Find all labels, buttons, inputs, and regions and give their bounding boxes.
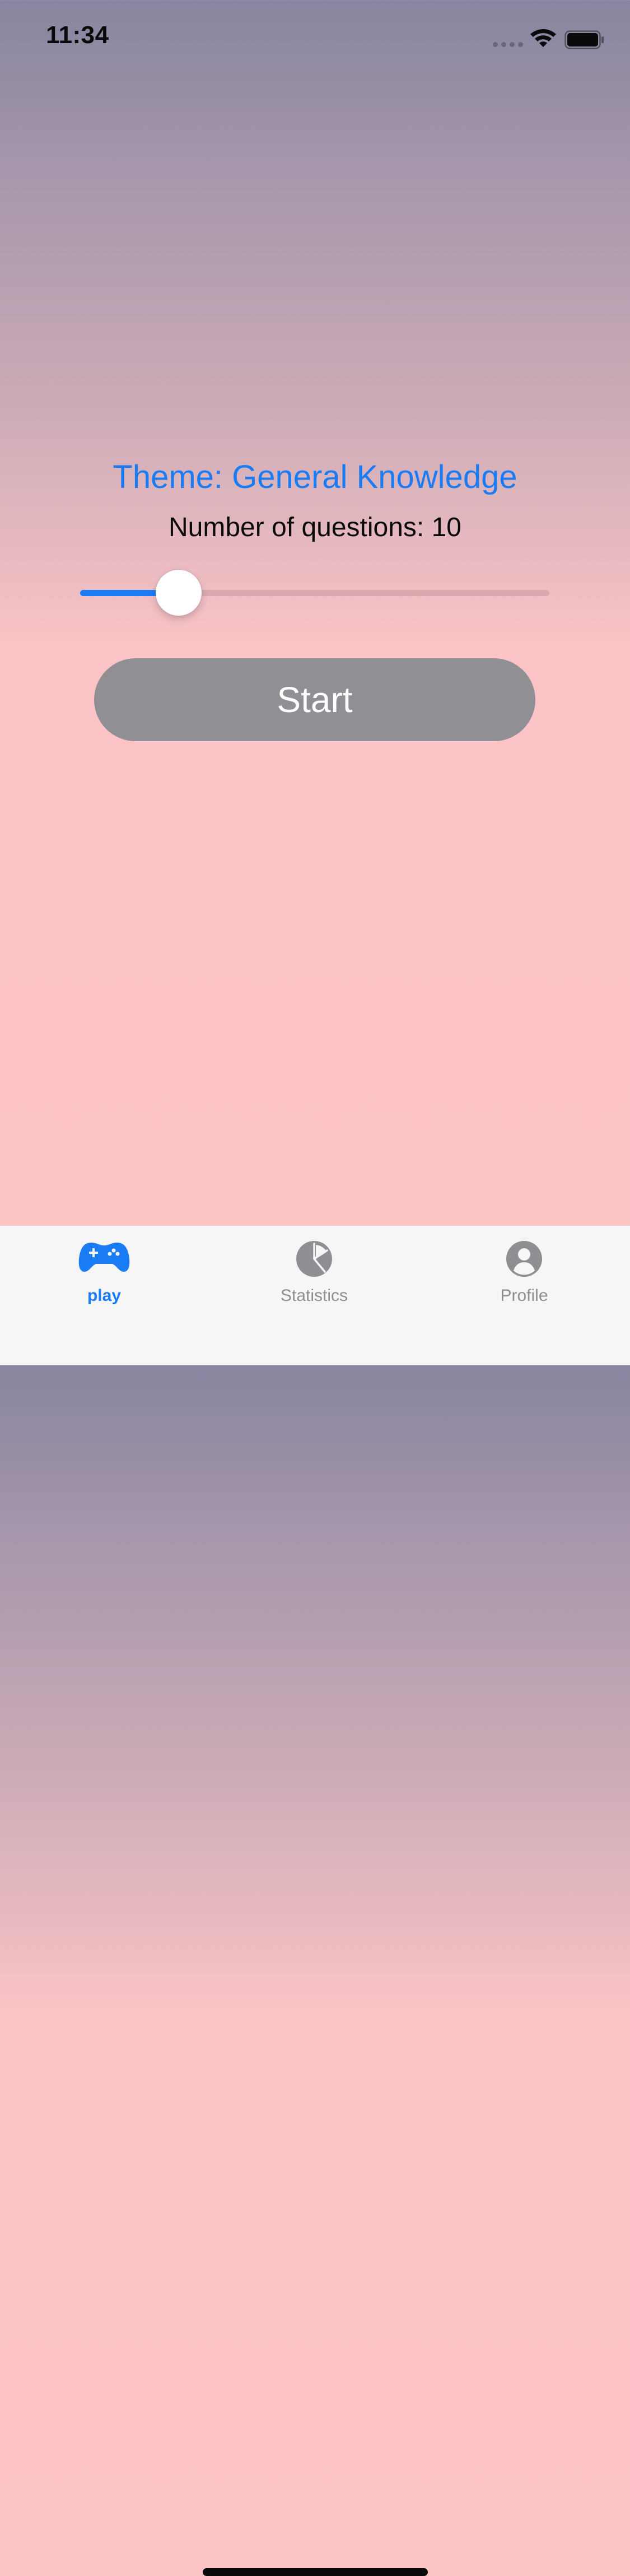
start-button[interactable]: Start bbox=[94, 658, 535, 741]
question-count-label: Number of questions: bbox=[169, 513, 432, 542]
person-circle-icon bbox=[506, 1241, 542, 1277]
chart-pie-icon bbox=[296, 1241, 332, 1277]
tab-play-label: play bbox=[87, 1286, 122, 1305]
question-count-slider[interactable] bbox=[80, 569, 549, 617]
tab-statistics-label: Statistics bbox=[280, 1286, 348, 1305]
question-count-text: Number of questions: 10 bbox=[0, 512, 630, 543]
tab-play[interactable]: play bbox=[34, 1226, 174, 1310]
status-time: 11:34 bbox=[46, 21, 109, 49]
slider-thumb[interactable] bbox=[156, 570, 202, 616]
tab-profile[interactable]: Profile bbox=[454, 1226, 594, 1310]
status-bar: 11:34 bbox=[0, 0, 630, 78]
tab-statistics[interactable]: Statistics bbox=[244, 1226, 384, 1310]
tab-bar: play Statistics Profile bbox=[0, 1225, 630, 2576]
tab-profile-label: Profile bbox=[500, 1286, 548, 1305]
wifi-icon bbox=[530, 29, 556, 47]
cellular-signal-icon bbox=[493, 42, 523, 48]
theme-title: Theme: General Knowledge bbox=[113, 459, 517, 495]
gamecontroller-icon bbox=[78, 1243, 130, 1272]
question-count-value: 10 bbox=[431, 513, 461, 542]
home-indicator bbox=[203, 2568, 428, 2576]
battery-icon bbox=[564, 30, 604, 49]
